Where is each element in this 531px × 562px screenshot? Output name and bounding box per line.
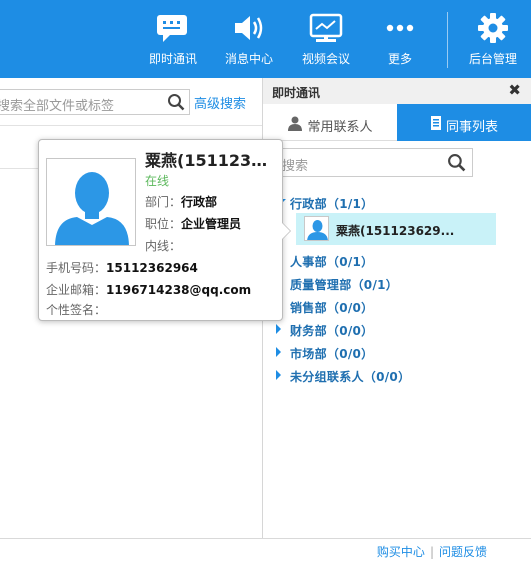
group-label: 人事部（0/1） xyxy=(290,255,374,269)
group-finance[interactable]: 财务部（0/0） xyxy=(276,322,374,339)
video-conference-icon xyxy=(296,11,356,45)
group-label: 未分组联系人（0/0） xyxy=(290,370,411,384)
profile-name: 粟燕(151123… xyxy=(145,151,268,170)
signature-row: 个性签名： xyxy=(46,301,106,318)
more-dots-icon xyxy=(375,11,425,45)
department-row: 部门：行政部 xyxy=(145,193,217,210)
toolbar-admin[interactable]: 后台管理 xyxy=(462,0,524,78)
feedback-link[interactable]: 问题反馈 xyxy=(439,545,487,559)
footer-separator: | xyxy=(429,545,434,559)
tab-label: 同事列表 xyxy=(445,119,498,135)
phone-value: 15112362964 xyxy=(106,261,198,275)
phone-label: 手机号码： xyxy=(46,261,107,275)
toolbar-message-center[interactable]: 消息中心 xyxy=(219,0,279,78)
close-icon[interactable]: ✖ xyxy=(508,81,521,99)
group-administration[interactable]: 行政部（1/1） xyxy=(276,195,374,212)
position-row: 职位：企业管理员 xyxy=(145,215,241,232)
user-icon xyxy=(287,115,303,135)
contact-search-placeholder: 搜索 xyxy=(282,159,309,174)
chevron-right-icon xyxy=(276,324,281,334)
tab-frequent-contacts[interactable]: 常用联系人 xyxy=(263,104,397,141)
chevron-right-icon xyxy=(276,347,281,357)
position-value: 企业管理员 xyxy=(181,217,242,231)
phone-row: 手机号码：15112362964 xyxy=(46,259,198,276)
toolbar-label: 消息中心 xyxy=(224,52,273,66)
search-icon[interactable] xyxy=(167,93,185,114)
toolbar-divider xyxy=(447,12,448,68)
gear-icon xyxy=(462,11,524,45)
signature-label: 个性签名： xyxy=(46,303,107,317)
department-label: 部门： xyxy=(145,195,182,209)
tab-colleague-list[interactable]: 同事列表 xyxy=(397,104,531,141)
contact-item[interactable]: 粟燕(151123629... xyxy=(296,213,496,245)
im-panel: 即时通讯 ✖ 常用联系人 同事列表 搜索 行政部（1/1） 粟燕(1511236… xyxy=(263,78,531,538)
footer-bar: 购买中心 | 问题反馈 xyxy=(0,538,531,562)
toolbar-instant-messaging[interactable]: 即时通讯 xyxy=(143,0,203,78)
department-value: 行政部 xyxy=(181,195,218,209)
position-label: 职位： xyxy=(145,217,182,231)
contact-name: 粟燕(151123629... xyxy=(336,224,455,238)
speaker-icon xyxy=(219,11,279,45)
group-label: 质量管理部（0/1） xyxy=(290,278,399,292)
group-label: 财务部（0/0） xyxy=(290,324,374,338)
group-label: 行政部（1/1） xyxy=(290,197,374,211)
chevron-right-icon xyxy=(276,370,281,380)
avatar xyxy=(304,216,329,241)
group-label: 销售部（0/0） xyxy=(290,301,374,315)
card-pointer xyxy=(282,223,290,239)
toolbar-more[interactable]: 更多 xyxy=(375,0,425,78)
profile-card: 粟燕(151123… 在线 部门：行政部 职位：企业管理员 内线： 手机号码：1… xyxy=(38,139,291,321)
email-row: 企业邮箱：1196714238@qq.com xyxy=(46,281,251,298)
profile-photo xyxy=(46,158,136,246)
toolbar-label: 更多 xyxy=(387,52,412,66)
contact-search-input[interactable]: 搜索 xyxy=(277,148,473,177)
file-search-placeholder: 搜索全部文件或标签 xyxy=(0,99,115,114)
tab-label: 常用联系人 xyxy=(307,119,373,135)
group-hr[interactable]: 人事部（0/1） xyxy=(290,253,373,270)
toolbar-video-conference[interactable]: 视频会议 xyxy=(296,0,356,78)
file-search-input[interactable]: 搜索全部文件或标签 xyxy=(0,89,190,115)
top-toolbar: 即时通讯 消息中心 视频会议 更多 后台管理 xyxy=(0,0,531,78)
group-marketing[interactable]: 市场部（0/0） xyxy=(276,345,374,362)
purchase-center-link[interactable]: 购买中心 xyxy=(377,545,425,559)
email-label: 企业邮箱： xyxy=(46,283,107,297)
im-panel-header: 即时通讯 ✖ xyxy=(263,78,531,104)
group-ungrouped[interactable]: 未分组联系人（0/0） xyxy=(276,368,411,385)
toolbar-label: 即时通讯 xyxy=(148,52,197,66)
contact-book-icon xyxy=(430,115,442,135)
group-sales[interactable]: 销售部（0/0） xyxy=(290,299,373,316)
chat-icon xyxy=(143,11,203,45)
extension-row: 内线： xyxy=(145,237,181,254)
advanced-search-link[interactable]: 高级搜索 xyxy=(194,93,246,112)
online-status: 在线 xyxy=(145,174,170,188)
extension-label: 内线： xyxy=(145,239,182,253)
im-panel-title: 即时通讯 xyxy=(272,86,321,100)
group-quality[interactable]: 质量管理部（0/1） xyxy=(290,276,398,293)
toolbar-label: 视频会议 xyxy=(301,52,350,66)
email-value: 1196714238@qq.com xyxy=(106,283,252,297)
divider xyxy=(0,125,262,126)
group-label: 市场部（0/0） xyxy=(290,347,374,361)
toolbar-label: 后台管理 xyxy=(468,52,517,66)
search-icon[interactable] xyxy=(447,153,466,175)
